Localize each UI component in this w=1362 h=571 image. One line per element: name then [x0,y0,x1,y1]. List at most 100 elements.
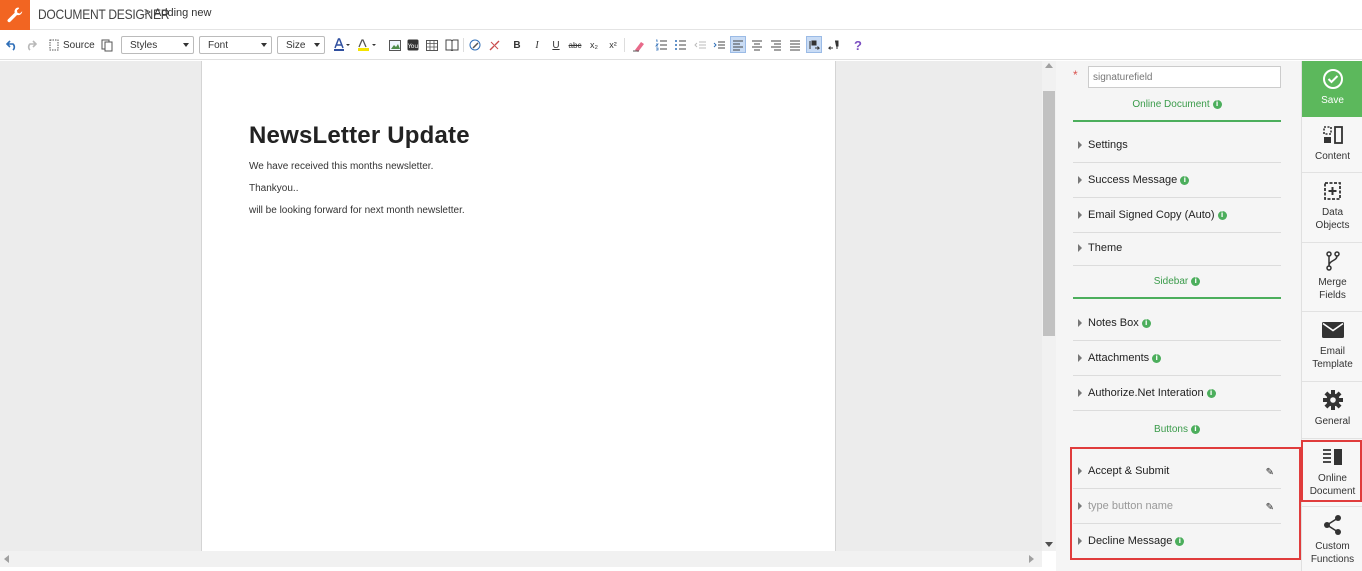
link-icon[interactable] [468,37,482,53]
italic-button[interactable]: I [530,37,544,53]
scroll-left-icon[interactable] [4,555,9,563]
scroll-right-icon[interactable] [1029,555,1034,563]
document-page[interactable]: NewsLetter Update We have received this … [201,61,836,551]
info-icon[interactable]: i [1217,211,1227,220]
info-icon[interactable]: i [1180,176,1190,185]
email-signed-copy-label: Email Signed Copy (Auto) i [1088,209,1227,221]
youtube-icon[interactable]: You [406,37,420,53]
source-icon [49,39,59,51]
custom-functions-label: Custom [1315,541,1350,552]
email-template-label: Template [1312,359,1353,370]
highlight-color-icon[interactable] [356,37,378,53]
merge-icon [1302,249,1362,273]
attachments-row[interactable]: Attachments i [1073,341,1281,376]
section-online-document: Online Document i [1073,99,1281,110]
info-icon[interactable]: i [1152,354,1162,363]
data-objects-label: Objects [1315,220,1350,231]
section-online-document-label: Online Document [1132,99,1210,110]
highlight-box-online-document [1301,440,1362,502]
document-paragraph[interactable]: We have received this months newsletter. [249,161,433,172]
general-label: General [1314,416,1351,427]
align-left-icon[interactable] [730,36,746,53]
editor-horizontal-scrollbar[interactable] [0,551,1042,567]
info-icon[interactable]: i [1141,319,1151,328]
theme-row[interactable]: Theme [1073,231,1281,266]
chevron-down-icon [314,43,320,47]
scrollbar-thumb[interactable] [1043,91,1055,336]
caret-right-icon [1078,319,1082,327]
custom-functions-tab[interactable]: Custom Functions [1302,507,1362,571]
superscript-button[interactable]: x² [606,37,620,53]
authorize-net-row[interactable]: Authorize.Net Interation i [1073,376,1281,411]
editor-vertical-scrollbar[interactable] [1042,61,1056,551]
align-center-icon[interactable] [750,37,764,53]
data-objects-icon [1302,179,1362,203]
unlink-icon[interactable] [487,37,501,53]
document-heading[interactable]: NewsLetter Update [249,122,470,150]
size-label: Size [286,39,306,51]
styles-dropdown[interactable]: Styles [121,36,194,54]
table-icon[interactable] [425,37,439,53]
underline-button[interactable]: U [549,37,563,53]
image-icon[interactable] [388,37,402,53]
save-button[interactable]: Save [1302,61,1362,117]
info-icon[interactable]: i [1190,425,1200,434]
success-message-row[interactable]: Success Message i [1073,163,1281,198]
strikethrough-button[interactable]: abc [566,37,584,53]
info-icon[interactable]: i [1206,389,1216,398]
data-objects-tab[interactable]: Data Objects [1302,173,1362,243]
bulleted-list-icon[interactable] [673,37,687,53]
notes-box-row[interactable]: Notes Box i [1073,306,1281,341]
text-direction-rtl-icon[interactable] [827,37,841,53]
email-template-tab[interactable]: Email Template [1302,312,1362,382]
font-label: Font [208,39,229,51]
help-button[interactable]: ? [851,37,865,53]
general-tab[interactable]: General [1302,382,1362,439]
editor-toolbar: Source Styles Font Size You B I U abc x₂… [0,30,1362,60]
info-icon[interactable]: i [1212,100,1222,109]
align-right-icon[interactable] [769,37,783,53]
chevron-down-icon [183,43,189,47]
document-paragraph[interactable]: will be looking forward for next month n… [249,205,465,216]
merge-fields-tab[interactable]: Merge Fields [1302,243,1362,312]
bold-button[interactable]: B [510,37,524,53]
section-buttons: Buttons i [1073,424,1281,435]
book-icon[interactable] [444,37,460,53]
styles-label: Styles [130,39,158,51]
scroll-down-icon[interactable] [1045,542,1053,547]
remove-format-icon[interactable] [630,37,646,53]
scroll-up-icon[interactable] [1045,63,1053,68]
indent-icon[interactable] [712,37,726,53]
size-dropdown[interactable]: Size [277,36,325,54]
text-color-icon[interactable] [332,37,352,53]
caret-right-icon [1078,244,1082,252]
email-template-label: Email [1319,346,1345,357]
notes-box-label: Notes Box i [1088,317,1151,329]
gear-icon [1302,388,1362,412]
chevron-down-icon [261,43,267,47]
text-direction-ltr-icon[interactable] [806,36,822,53]
undo-icon[interactable] [5,37,19,53]
justify-icon[interactable] [788,37,802,53]
email-signed-copy-row[interactable]: Email Signed Copy (Auto) i [1073,198,1281,233]
settings-row[interactable]: Settings [1073,128,1281,163]
caret-right-icon [1078,389,1082,397]
numbered-list-icon[interactable] [654,37,668,53]
breadcrumb-separator: > [144,5,152,19]
content-tab[interactable]: Content [1302,117,1362,173]
copy-icon[interactable] [100,37,114,53]
subscript-button[interactable]: x₂ [587,37,601,53]
attachments-label: Attachments i [1088,352,1162,364]
redo-icon[interactable] [24,37,38,53]
source-button[interactable]: Source [48,37,96,53]
breadcrumb-current: Adding new [154,7,212,19]
info-icon[interactable]: i [1191,277,1201,286]
settings-label: Settings [1088,139,1128,151]
field-name-input[interactable] [1088,66,1281,88]
wrench-icon[interactable] [0,0,30,30]
outdent-icon[interactable] [693,37,707,53]
data-objects-label: Data [1321,207,1344,218]
document-paragraph[interactable]: Thankyou.. [249,183,298,194]
section-buttons-label: Buttons [1154,424,1188,435]
font-dropdown[interactable]: Font [199,36,272,54]
